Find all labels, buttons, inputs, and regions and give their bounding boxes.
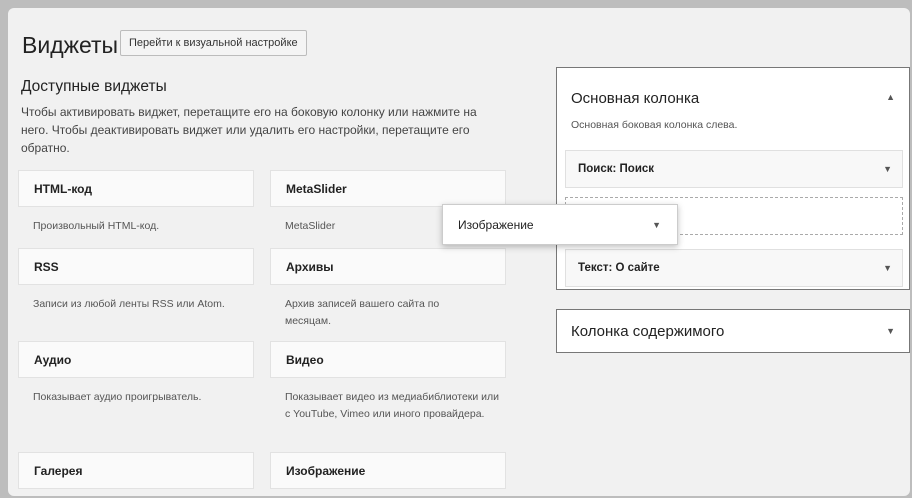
widget-video[interactable]: Видео Показывает видео из медиабиблиотек… xyxy=(270,341,506,423)
triangle-down-icon[interactable]: ▼ xyxy=(883,250,892,287)
triangle-down-icon[interactable]: ▼ xyxy=(652,205,661,245)
dragging-widget-label: Изображение xyxy=(458,218,534,232)
main-sidebar[interactable]: Основная колонка ▲ Основная боковая коло… xyxy=(556,67,910,290)
widget-archives[interactable]: Архивы Архив записей вашего сайта по мес… xyxy=(270,248,506,330)
widgets-screen: Виджеты Перейти к визуальной настройке Д… xyxy=(8,8,910,496)
widget-description: Архив записей вашего сайта по месяцам. xyxy=(285,298,440,327)
sidebar-widget-label: Текст: О сайте xyxy=(578,262,660,274)
visual-customize-button[interactable]: Перейти к визуальной настройке xyxy=(120,30,307,56)
widget-description: Записи из любой ленты RSS или Atom. xyxy=(33,298,225,310)
main-sidebar-description: Основная боковая колонка слева. xyxy=(571,119,738,131)
triangle-down-icon[interactable]: ▼ xyxy=(886,326,895,336)
widget-title[interactable]: Аудио xyxy=(18,341,254,378)
widget-title[interactable]: RSS xyxy=(18,248,254,285)
available-widgets-title: Доступные виджеты xyxy=(21,78,167,95)
widget-image[interactable]: Изображение xyxy=(270,452,506,489)
sidebar-widget-search[interactable]: Поиск: Поиск ▼ xyxy=(565,150,903,188)
sidebar-widget-label: Поиск: Поиск xyxy=(578,163,655,175)
page-title: Виджеты xyxy=(22,32,119,58)
widget-description: Показывает видео из медиабиблиотеки или … xyxy=(285,391,500,420)
widget-audio[interactable]: Аудио Показывает аудио проигрыватель. xyxy=(18,341,254,406)
widget-title[interactable]: Архивы xyxy=(270,248,506,285)
widget-description: Показывает аудио проигрыватель. xyxy=(33,391,202,403)
available-widgets-description: Чтобы активировать виджет, перетащите ег… xyxy=(21,105,477,155)
sidebar-widget-text[interactable]: Текст: О сайте ▼ xyxy=(565,249,903,287)
triangle-up-icon[interactable]: ▲ xyxy=(886,92,895,102)
widget-gallery[interactable]: Галерея xyxy=(18,452,254,489)
widget-title[interactable]: Изображение xyxy=(270,452,506,489)
widget-title[interactable]: MetaSlider xyxy=(270,170,506,207)
content-sidebar-title[interactable]: Колонка содержимого xyxy=(571,323,724,340)
widget-title[interactable]: HTML-код xyxy=(18,170,254,207)
content-sidebar[interactable]: Колонка содержимого ▼ xyxy=(556,309,910,353)
widget-title[interactable]: Галерея xyxy=(18,452,254,489)
widget-rss[interactable]: RSS Записи из любой ленты RSS или Atom. xyxy=(18,248,254,313)
dragging-widget[interactable]: Изображение ▼ xyxy=(442,204,678,245)
widget-description: Произвольный HTML-код. xyxy=(33,220,160,232)
main-sidebar-title[interactable]: Основная колонка xyxy=(571,90,699,107)
widget-title[interactable]: Видео xyxy=(270,341,506,378)
triangle-down-icon[interactable]: ▼ xyxy=(883,151,892,188)
widget-html[interactable]: HTML-код Произвольный HTML-код. xyxy=(18,170,254,235)
